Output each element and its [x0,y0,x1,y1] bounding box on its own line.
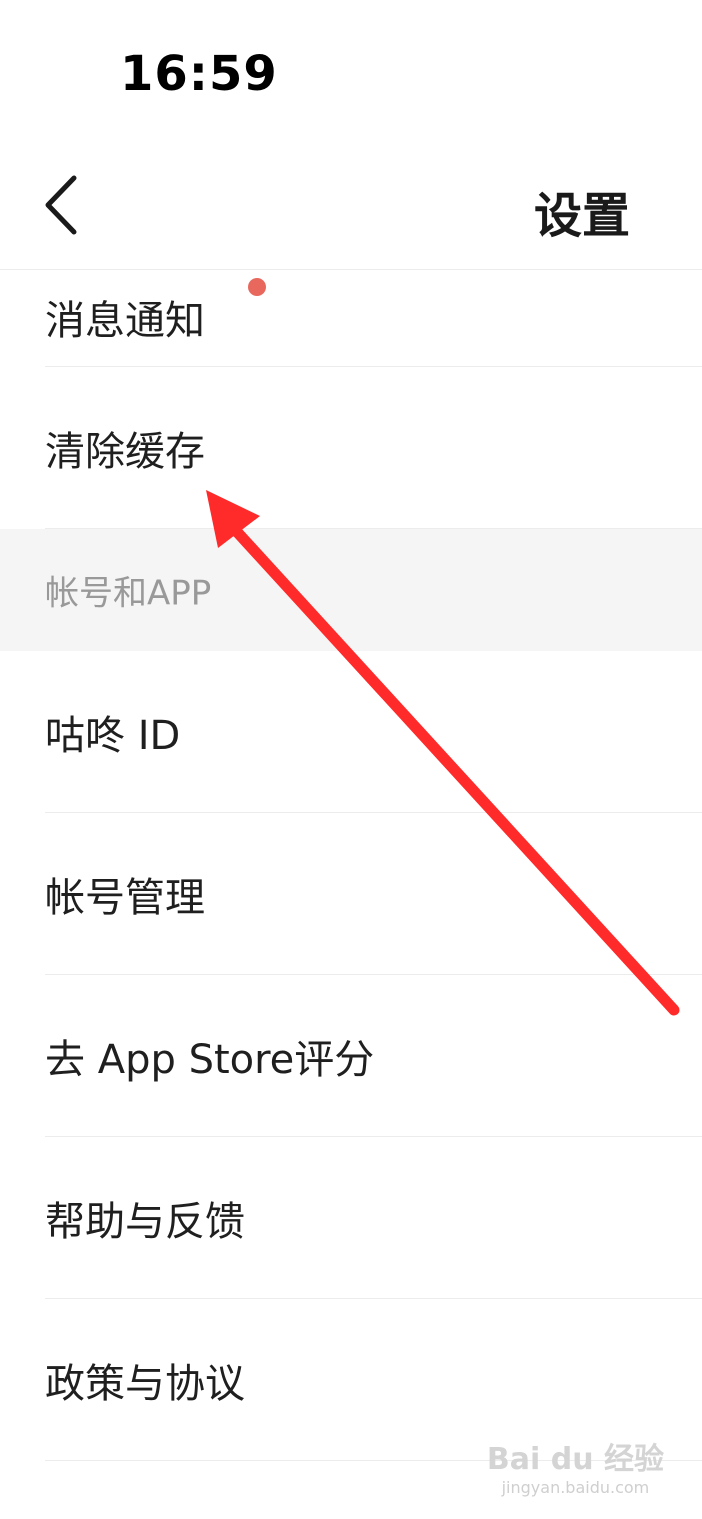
list-item-help-feedback[interactable]: 帮助与反馈 [0,1137,702,1299]
section-label: 帐号和APP [45,573,212,614]
list-item-label: 政策与协议 [45,1361,245,1407]
list-item-rate-app-store[interactable]: 去 App Store评分 [0,975,702,1137]
list-item-label: 帐号管理 [45,875,205,921]
watermark-logo: Bai du 经验 [486,1442,664,1477]
unread-dot-badge [248,278,266,296]
settings-list: 消息通知 清除缓存 帐号和APP 咕咚 ID 帐号管理 去 App Store评… [0,270,702,1461]
nav-bar: 设置 [0,150,702,270]
list-item-label: 帮助与反馈 [45,1199,245,1245]
watermark-url: jingyan.baidu.com [501,1478,650,1497]
chevron-left-icon [45,175,77,235]
list-item-label: 去 App Store评分 [45,1037,375,1083]
list-item-clear-cache[interactable]: 清除缓存 [0,367,702,529]
watermark: Bai du 经验 jingyan.baidu.com [487,1434,664,1497]
list-item-label: 消息通知 [45,298,205,344]
list-item-account-management[interactable]: 帐号管理 [0,813,702,975]
status-time: 16:59 [120,46,278,102]
list-item-label: 清除缓存 [45,429,205,475]
page-title: 设置 [533,188,630,244]
section-header-account-app: 帐号和APP [0,529,702,651]
list-item-notifications[interactable]: 消息通知 [0,270,702,367]
status-bar: 16:59 [0,0,702,150]
list-item-codoon-id[interactable]: 咕咚 ID [0,651,702,813]
back-button[interactable] [30,170,90,240]
list-item-label: 咕咚 ID [45,713,181,759]
